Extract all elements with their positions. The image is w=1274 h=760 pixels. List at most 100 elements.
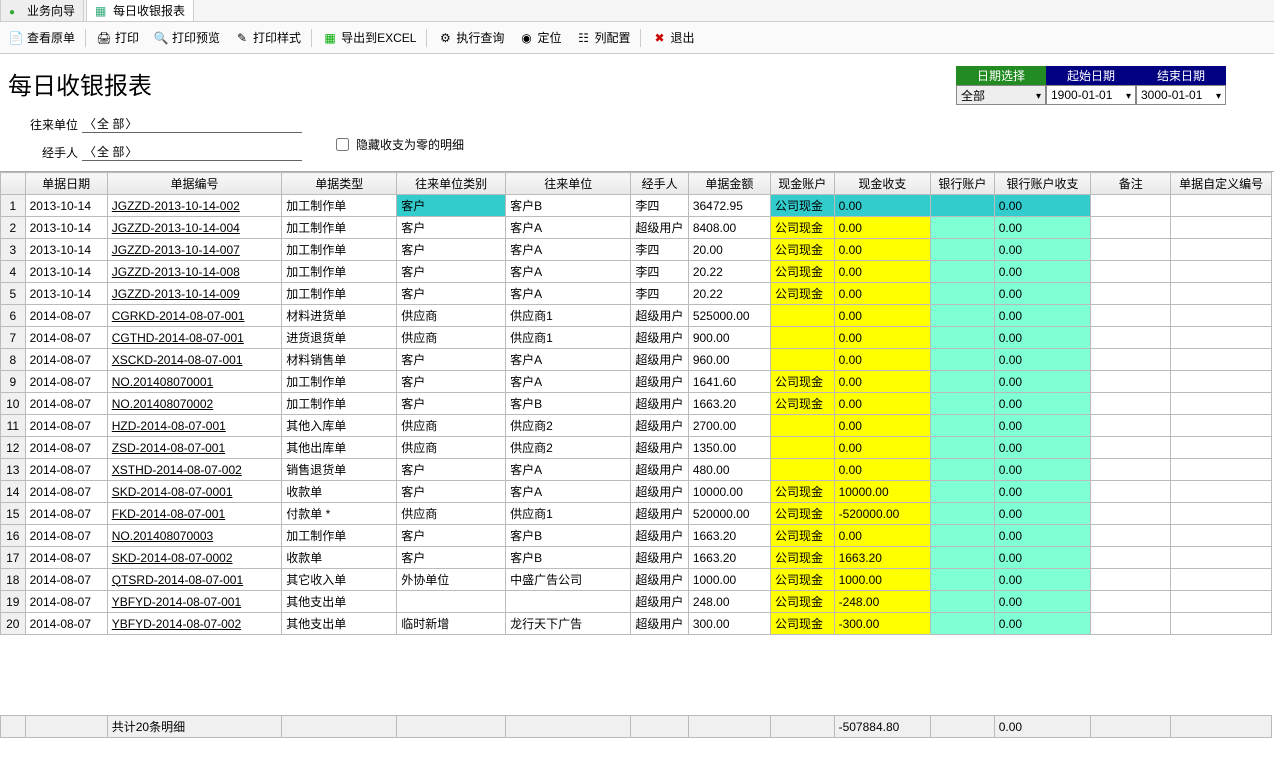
table-row[interactable]: 122014-08-07ZSD-2014-08-07-001其他出库单供应商供应…	[1, 437, 1272, 459]
print-button[interactable]: 🖨打印	[90, 26, 145, 49]
cell-partytype: 客户	[397, 547, 506, 569]
cell-docno[interactable]: JGZZD-2013-10-14-004	[107, 217, 282, 239]
col-bankacct[interactable]: 银行账户	[931, 173, 995, 195]
col-party[interactable]: 往来单位	[506, 173, 631, 195]
cell-docno[interactable]: QTSRD-2014-08-07-001	[107, 569, 282, 591]
table-row[interactable]: 182014-08-07QTSRD-2014-08-07-001其它收入单外协单…	[1, 569, 1272, 591]
table-row[interactable]: 192014-08-07YBFYD-2014-08-07-001其他支出单超级用…	[1, 591, 1272, 613]
print-style-button[interactable]: ✎打印样式	[228, 26, 307, 49]
end-date-input[interactable]: 3000-01-01	[1136, 85, 1226, 105]
table-row[interactable]: 162014-08-07NO.201408070003加工制作单客户客户B超级用…	[1, 525, 1272, 547]
cell-doctype: 付款单 *	[282, 503, 397, 525]
date-selector: 日期选择 起始日期 结束日期 全部 1900-01-01 3000-01-01	[956, 66, 1226, 105]
cell-remark	[1091, 459, 1171, 481]
table-row[interactable]: 102014-08-07NO.201408070002加工制作单客户客户B超级用…	[1, 393, 1272, 415]
cell-docno[interactable]: YBFYD-2014-08-07-001	[107, 591, 282, 613]
tab-daily-report[interactable]: 每日收银报表	[86, 0, 194, 21]
table-row[interactable]: 32013-10-14JGZZD-2013-10-14-007加工制作单客户客户…	[1, 239, 1272, 261]
cell-cashacct	[770, 305, 834, 327]
cell-docno[interactable]: XSCKD-2014-08-07-001	[107, 349, 282, 371]
cell-docno[interactable]: HZD-2014-08-07-001	[107, 415, 282, 437]
cell-docno[interactable]: NO.201408070002	[107, 393, 282, 415]
cell-docno[interactable]: NO.201408070001	[107, 371, 282, 393]
cell-docno[interactable]: JGZZD-2013-10-14-009	[107, 283, 282, 305]
separator	[640, 29, 641, 47]
col-cashflow[interactable]: 现金收支	[834, 173, 931, 195]
col-partytype[interactable]: 往来单位类别	[397, 173, 506, 195]
handler-value[interactable]: 全 部	[82, 143, 302, 161]
cell-cashflow: 10000.00	[834, 481, 931, 503]
cell-docno[interactable]: XSTHD-2014-08-07-002	[107, 459, 282, 481]
exit-button[interactable]: ✖退出	[645, 26, 700, 49]
cell-remark	[1091, 503, 1171, 525]
date-value: 1900-01-01	[1051, 88, 1112, 102]
btn-label: 打印	[115, 29, 139, 46]
col-cashacct[interactable]: 现金账户	[770, 173, 834, 195]
cell-docno[interactable]: JGZZD-2013-10-14-007	[107, 239, 282, 261]
cell-docno[interactable]: JGZZD-2013-10-14-002	[107, 195, 282, 217]
cell-docno[interactable]: YBFYD-2014-08-07-002	[107, 613, 282, 635]
report-title: 每日收银报表	[8, 66, 152, 101]
date-value: 3000-01-01	[1141, 88, 1202, 102]
title-area: 每日收银报表 日期选择 起始日期 结束日期 全部 1900-01-01 3000…	[0, 54, 1274, 109]
cell-docno[interactable]: NO.201408070003	[107, 525, 282, 547]
exit-icon: ✖	[651, 30, 667, 46]
view-original-button[interactable]: 📄查看原单	[2, 26, 81, 49]
cell-partytype: 供应商	[397, 437, 506, 459]
col-handler[interactable]: 经手人	[631, 173, 688, 195]
tab-business-guide[interactable]: 业务向导	[0, 0, 84, 21]
table-row[interactable]: 12013-10-14JGZZD-2013-10-14-002加工制作单客户客户…	[1, 195, 1272, 217]
cell-cashflow: 1000.00	[834, 569, 931, 591]
table-row[interactable]: 22013-10-14JGZZD-2013-10-14-004加工制作单客户客户…	[1, 217, 1272, 239]
table-row[interactable]: 52013-10-14JGZZD-2013-10-14-009加工制作单客户客户…	[1, 283, 1272, 305]
cell-doctype: 加工制作单	[282, 371, 397, 393]
date-range-dropdown[interactable]: 全部	[956, 85, 1046, 105]
start-date-input[interactable]: 1900-01-01	[1046, 85, 1136, 105]
col-bankflow[interactable]: 银行账户收支	[994, 173, 1091, 195]
print-preview-button[interactable]: 🔍打印预览	[147, 26, 226, 49]
cell-party: 客户B	[506, 525, 631, 547]
cell-docno[interactable]: JGZZD-2013-10-14-008	[107, 261, 282, 283]
party-value[interactable]: 全 部	[82, 115, 302, 133]
hide-zero-checkbox[interactable]	[336, 138, 349, 151]
cell-docno[interactable]: FKD-2014-08-07-001	[107, 503, 282, 525]
cell-docno[interactable]: SKD-2014-08-07-0001	[107, 481, 282, 503]
table-row[interactable]: 142014-08-07SKD-2014-08-07-0001收款单客户客户A超…	[1, 481, 1272, 503]
cell-docno[interactable]: CGTHD-2014-08-07-001	[107, 327, 282, 349]
cell-cashflow: 0.00	[834, 327, 931, 349]
table-row[interactable]: 132014-08-07XSTHD-2014-08-07-002销售退货单客户客…	[1, 459, 1272, 481]
table-row[interactable]: 202014-08-07YBFYD-2014-08-07-002其他支出单临时新…	[1, 613, 1272, 635]
cell-remark	[1091, 261, 1171, 283]
col-doctype[interactable]: 单据类型	[282, 173, 397, 195]
col-amount[interactable]: 单据金额	[688, 173, 770, 195]
table-row[interactable]: 42013-10-14JGZZD-2013-10-14-008加工制作单客户客户…	[1, 261, 1272, 283]
run-query-button[interactable]: ⚙执行查询	[431, 26, 510, 49]
table-row[interactable]: 72014-08-07CGTHD-2014-08-07-001进货退货单供应商供…	[1, 327, 1272, 349]
cell-party: 中盛广告公司	[506, 569, 631, 591]
table-row[interactable]: 82014-08-07XSCKD-2014-08-07-001材料销售单客户客户…	[1, 349, 1272, 371]
cell-date: 2014-08-07	[25, 613, 107, 635]
col-config-button[interactable]: ☷列配置	[569, 26, 636, 49]
table-row[interactable]: 112014-08-07HZD-2014-08-07-001其他入库单供应商供应…	[1, 415, 1272, 437]
export-excel-button[interactable]: ▦导出到EXCEL	[316, 26, 422, 49]
col-date[interactable]: 单据日期	[25, 173, 107, 195]
table-row[interactable]: 152014-08-07FKD-2014-08-07-001付款单 *供应商供应…	[1, 503, 1272, 525]
cell-date: 2014-08-07	[25, 503, 107, 525]
locate-button[interactable]: ◉定位	[512, 26, 567, 49]
cell-handler: 李四	[631, 261, 688, 283]
cell-docno[interactable]: CGRKD-2014-08-07-001	[107, 305, 282, 327]
cell-docno[interactable]: ZSD-2014-08-07-001	[107, 437, 282, 459]
col-rownum[interactable]	[1, 173, 26, 195]
table-row[interactable]: 172014-08-07SKD-2014-08-07-0002收款单客户客户B超…	[1, 547, 1272, 569]
table-row[interactable]: 92014-08-07NO.201408070001加工制作单客户客户A超级用户…	[1, 371, 1272, 393]
cell-date: 2014-08-07	[25, 437, 107, 459]
cell-custom	[1171, 481, 1272, 503]
col-docno[interactable]: 单据编号	[107, 173, 282, 195]
col-remark[interactable]: 备注	[1091, 173, 1171, 195]
cell-date: 2014-08-07	[25, 305, 107, 327]
col-custom[interactable]: 单据自定义编号	[1171, 173, 1272, 195]
cell-date: 2014-08-07	[25, 481, 107, 503]
table-row[interactable]: 62014-08-07CGRKD-2014-08-07-001材料进货单供应商供…	[1, 305, 1272, 327]
cell-amount: 36472.95	[688, 195, 770, 217]
cell-docno[interactable]: SKD-2014-08-07-0002	[107, 547, 282, 569]
